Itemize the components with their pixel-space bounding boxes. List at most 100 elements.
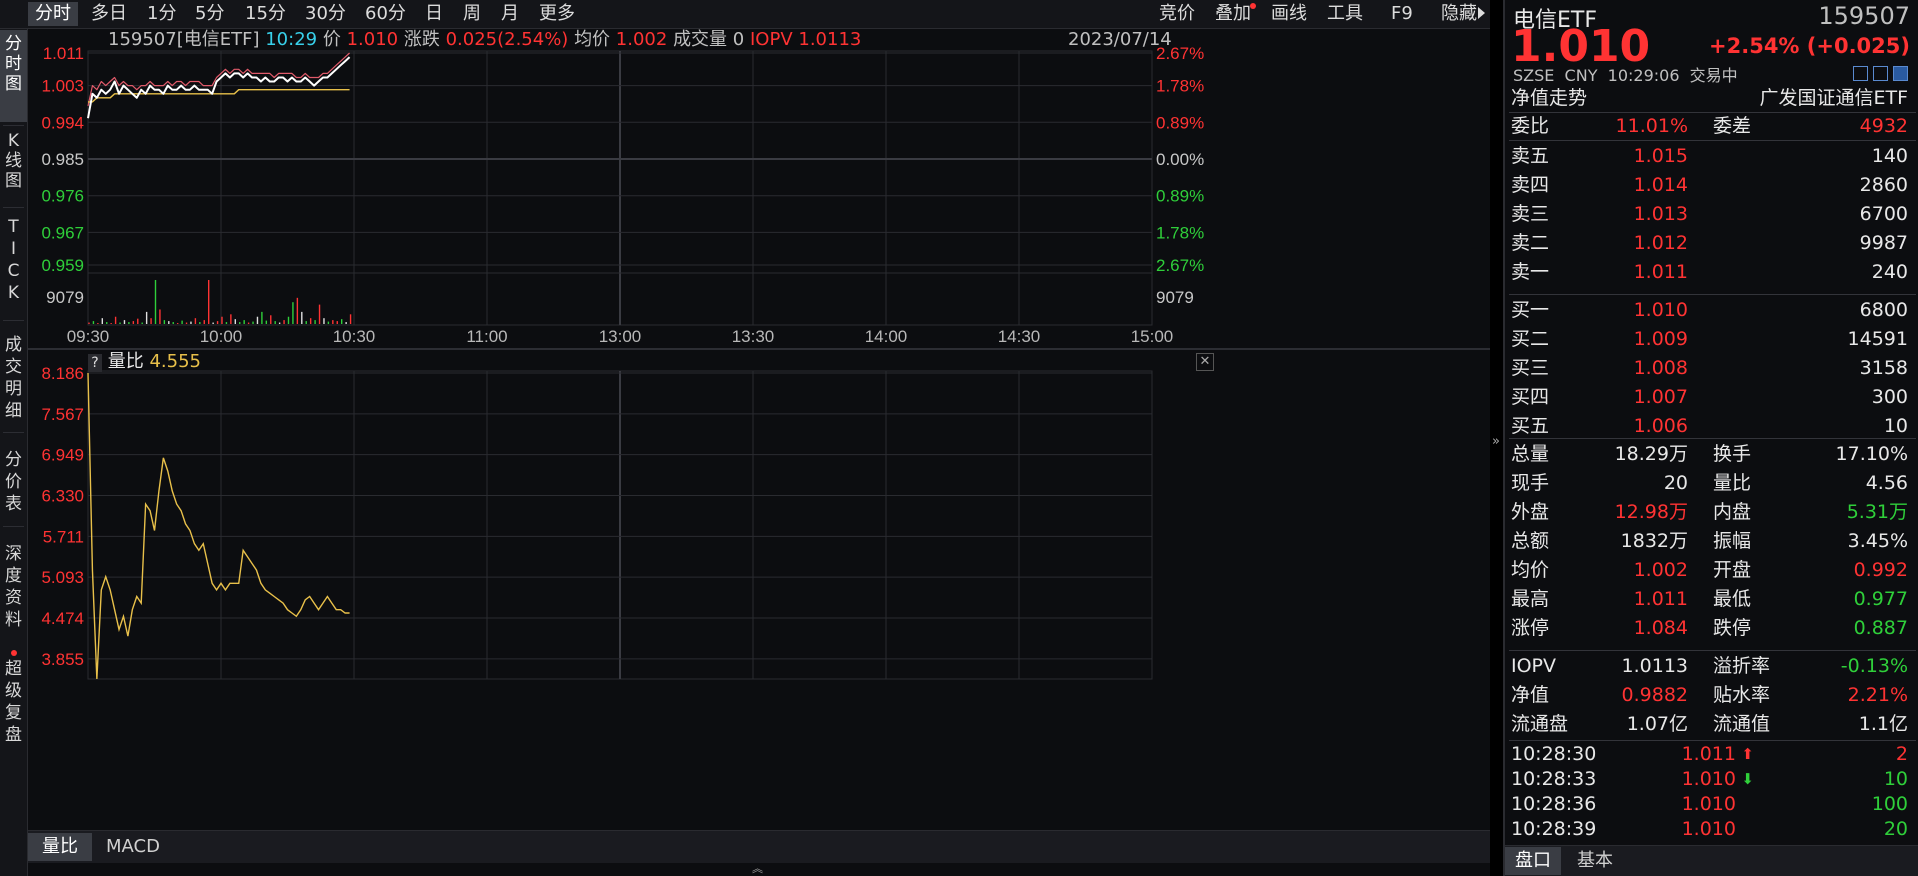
period-tab-multiday[interactable]: 多日 — [84, 2, 134, 26]
bids-row[interactable]: 买三 1.008 3158 — [1505, 354, 1918, 382]
bids-row[interactable]: 买一 1.010 6800 — [1505, 296, 1918, 324]
period-tab-week[interactable]: 周 — [456, 2, 488, 26]
expand-right-icon[interactable] — [1478, 7, 1485, 19]
stats-label-left: 外盘 — [1511, 501, 1550, 523]
y-tick-label: 1.011 — [43, 44, 84, 63]
x-tick-label: 14:00 — [865, 327, 908, 346]
tick-row: 10:28:30 1.011 ⬆ 2 — [1505, 742, 1918, 767]
stats-label-right: 开盘 — [1713, 559, 1752, 581]
x-tick-label: 11:00 — [466, 327, 507, 346]
indicator-value: 4.555 — [149, 351, 201, 372]
sidebar-tab-tick[interactable]: T I C K — [0, 214, 27, 306]
volume-ratio-line — [87, 372, 350, 680]
asks-price: 1.014 — [1633, 174, 1688, 196]
chart-canvas[interactable]: 09:30 10:00 10:30 11:00 13:00 13:30 14:00 14:30… — [28, 29, 1490, 876]
volume-tick-label: 9079 — [46, 288, 84, 307]
y-right-tick-label: 2.67% — [1156, 256, 1204, 275]
tab-basic[interactable]: 基本 — [1567, 847, 1623, 875]
bids-row[interactable]: 买四 1.007 300 — [1505, 383, 1918, 411]
x-tick-label: 10:00 — [200, 327, 243, 346]
bids-label: 买四 — [1511, 386, 1550, 408]
sidebar-tab-depth-data[interactable]: 深 度 资 料 — [0, 543, 27, 633]
stats-value-left: 20 — [1663, 472, 1688, 494]
stats-value-right: 4.56 — [1865, 472, 1908, 494]
asks-label: 卖一 — [1511, 261, 1550, 283]
change-label: 涨跌 — [403, 29, 440, 50]
sidebar-tab-super-review[interactable]: 超 级 复 盘 — [0, 658, 27, 758]
tools-button[interactable]: 工具 — [1320, 2, 1370, 26]
asks-row[interactable]: 卖一 1.011 240 — [1505, 258, 1918, 286]
tab-order-book[interactable]: 盘口 — [1505, 847, 1561, 875]
x-tick-label: 13:30 — [732, 327, 775, 346]
close-panel-icon[interactable]: ✕ — [1196, 353, 1214, 371]
period-tab-day[interactable]: 日 — [418, 2, 450, 26]
asks-price: 1.011 — [1633, 261, 1688, 283]
nav-trend-link[interactable]: 净值走势 — [1511, 84, 1587, 112]
fund_stats-row: 流通盘 1.07亿 流通值 1.1亿 — [1505, 710, 1918, 738]
f9-button[interactable]: F9 — [1384, 2, 1420, 26]
stats-value-left: 1.084 — [1633, 617, 1688, 639]
indicator-y-tick-label: 6.330 — [41, 487, 84, 506]
bids-label: 买三 — [1511, 357, 1550, 379]
hide-button[interactable]: 隐藏 — [1434, 2, 1479, 26]
notification-dot-icon — [1250, 3, 1256, 9]
asks-price: 1.012 — [1633, 232, 1688, 254]
sidebar-tab-trade-details[interactable]: 成 交 明 细 — [0, 334, 27, 424]
period-tab-60min[interactable]: 60分 — [358, 2, 413, 26]
period-tab-month[interactable]: 月 — [494, 2, 526, 26]
bids-row[interactable]: 买五 1.006 10 — [1505, 412, 1918, 440]
x-tick-label: 14:30 — [998, 327, 1041, 346]
bids-label: 买一 — [1511, 299, 1550, 321]
asks-price: 1.013 — [1633, 203, 1688, 225]
asks-row[interactable]: 卖二 1.012 9987 — [1505, 229, 1918, 257]
draw-button[interactable]: 画线 — [1264, 2, 1314, 26]
collapse-panel-icon[interactable]: » — [1492, 432, 1501, 452]
asks-row[interactable]: 卖五 1.015 140 — [1505, 142, 1918, 170]
y-tick-label: 0.959 — [41, 256, 84, 275]
asks-row[interactable]: 卖三 1.013 6700 — [1505, 200, 1918, 228]
asks-label: 卖三 — [1511, 203, 1550, 225]
auction-button[interactable]: 竞价 — [1152, 2, 1202, 26]
sidebar-tab-price-table[interactable]: 分 价 表 — [0, 449, 27, 519]
period-tab-more[interactable]: 更多 — [532, 2, 582, 26]
add-icon[interactable] — [1893, 66, 1908, 81]
cursor-time: 10:29 — [265, 29, 318, 50]
bids-volume: 10 — [1883, 415, 1908, 437]
tab-volume-ratio[interactable]: 量比 — [28, 833, 92, 861]
stats-value-right: 0.992 — [1853, 559, 1908, 581]
sidebar-tab-kline-chart[interactable]: K 线 图 — [0, 127, 27, 201]
arrow-down-icon: ⬇ — [1741, 770, 1754, 788]
stats-label-left: 现手 — [1511, 472, 1550, 494]
stats-row: 总量 18.29万 换手 17.10% — [1505, 440, 1918, 468]
period-tab-5min[interactable]: 5分 — [188, 2, 231, 26]
bids-volume: 14591 — [1847, 328, 1908, 350]
stats-value-left: 1832万 — [1620, 530, 1688, 552]
expand-up-icon[interactable]: ︽ — [752, 863, 763, 874]
edit-icon[interactable] — [1853, 66, 1868, 81]
asks-row[interactable]: 卖四 1.014 2860 — [1505, 171, 1918, 199]
period-tab-15min[interactable]: 15分 — [238, 2, 293, 26]
period-tab-1min[interactable]: 1分 — [140, 2, 183, 26]
bids-price: 1.006 — [1633, 415, 1688, 437]
y-tick-label: 0.967 — [41, 223, 84, 242]
indicator-header: ? 量比 4.555 — [88, 351, 201, 373]
period-tab-intraday[interactable]: 分时 — [28, 2, 78, 26]
indicator-y-tick-label: 3.855 — [41, 650, 84, 669]
view-sidebar: 分 时 图 K 线 图 T I C K 成 交 明 细 分 价 表 深 度 资 … — [0, 29, 28, 876]
stats-row: 涨停 1.084 跌停 0.887 — [1505, 614, 1918, 642]
stats-label-right: 最低 — [1713, 588, 1752, 610]
sidebar-tab-intraday-chart[interactable]: 分 时 图 — [0, 30, 27, 122]
price-value: 1.010 — [346, 29, 399, 50]
fund_stats-label-left: 净值 — [1511, 684, 1550, 706]
panel-tabs: 盘口 基本 — [1505, 845, 1918, 876]
help-icon[interactable]: ? — [88, 354, 102, 372]
tab-macd[interactable]: MACD — [92, 833, 174, 861]
y-right-tick-label: 1.78% — [1156, 223, 1204, 242]
bids-row[interactable]: 买二 1.009 14591 — [1505, 325, 1918, 353]
intraday-chart-area[interactable]: 09:30 10:00 10:30 11:00 13:00 13:30 14:00 14:30… — [28, 29, 1490, 876]
window-icon[interactable] — [1873, 66, 1888, 81]
period-tab-30min[interactable]: 30分 — [298, 2, 353, 26]
asks-volume: 9987 — [1859, 232, 1908, 254]
fund_stats-value-left: 1.0113 — [1621, 655, 1688, 677]
fund_stats-label-right: 流通值 — [1713, 713, 1771, 735]
